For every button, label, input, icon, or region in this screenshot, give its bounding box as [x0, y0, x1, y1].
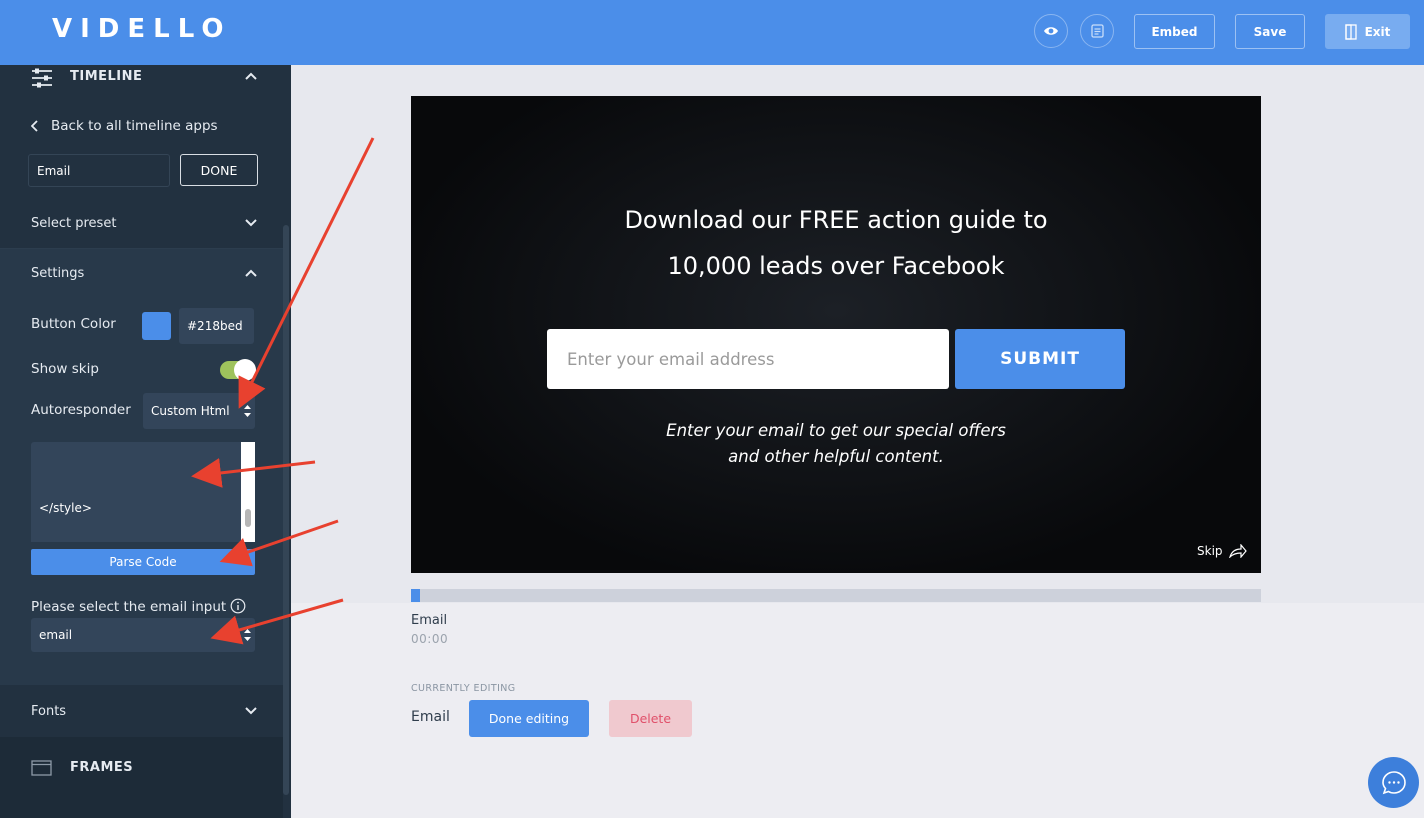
- offer-text-line2: and other helpful content.: [728, 447, 944, 466]
- save-button[interactable]: Save: [1235, 14, 1305, 49]
- email-input-value: email: [39, 628, 73, 642]
- button-color-label: Button Color: [31, 316, 116, 332]
- frames-section[interactable]: FRAMES: [0, 737, 283, 818]
- autoresponder-value: Custom Html: [151, 404, 230, 418]
- textarea-scroll-thumb[interactable]: [245, 509, 251, 527]
- chat-bubble-icon: [1381, 770, 1406, 794]
- app-logo: VIDELLO: [52, 14, 232, 44]
- autoresponder-label: Autoresponder: [31, 402, 131, 418]
- progress-fill: [411, 589, 420, 602]
- timeline-item-time: 00:00: [411, 632, 449, 646]
- share-arrow-icon: [1228, 544, 1247, 558]
- document-icon: [1090, 24, 1104, 38]
- fonts-label: Fonts: [31, 704, 67, 719]
- info-icon[interactable]: [230, 598, 246, 614]
- show-skip-label: Show skip: [31, 361, 99, 377]
- done-button[interactable]: DONE: [180, 154, 258, 186]
- fonts-section[interactable]: Fonts: [0, 686, 283, 736]
- custom-html-textarea[interactable]: </style>: [31, 442, 255, 542]
- chevron-down-icon: [245, 707, 257, 715]
- code-text: </style>: [39, 501, 92, 515]
- chat-button[interactable]: [1368, 757, 1419, 808]
- exit-button[interactable]: Exit: [1325, 14, 1410, 49]
- skip-label: Skip: [1197, 544, 1223, 558]
- preset-section[interactable]: Select preset: [0, 200, 283, 248]
- editor-area: Email 00:00 CURRENTLY EDITING Email Done…: [291, 603, 1424, 818]
- sliders-icon: [32, 68, 52, 88]
- toggle-knob: [234, 359, 256, 381]
- timeline-progress[interactable]: [411, 589, 1261, 602]
- offer-text-line1: Enter your email to get our special offe…: [666, 421, 1006, 440]
- frames-label: FRAMES: [70, 760, 134, 775]
- sidebar: TIMELINE Back to all timeline apps Email…: [0, 65, 291, 818]
- notes-button[interactable]: [1080, 14, 1114, 48]
- chevron-down-icon: [245, 219, 257, 227]
- embed-button[interactable]: Embed: [1134, 14, 1215, 49]
- color-swatch[interactable]: [142, 312, 171, 340]
- show-skip-toggle[interactable]: [220, 359, 256, 381]
- door-icon: [1344, 23, 1357, 40]
- preset-label: Select preset: [31, 216, 117, 231]
- currently-editing-caption: CURRENTLY EDITING: [411, 683, 516, 694]
- sidebar-scrollbar[interactable]: [283, 225, 289, 795]
- back-link[interactable]: Back to all timeline apps: [31, 118, 218, 134]
- timeline-title: TIMELINE: [70, 69, 143, 84]
- editing-item-name: Email: [411, 709, 450, 725]
- email-input-label: Please select the email input: [31, 599, 227, 615]
- done-editing-button[interactable]: Done editing: [469, 700, 589, 737]
- frame-icon: [31, 760, 52, 776]
- skip-button[interactable]: Skip: [1197, 544, 1247, 558]
- chevron-left-icon: [31, 120, 38, 132]
- submit-button[interactable]: SUBMIT: [955, 329, 1125, 389]
- headline-line2: 10,000 leads over Facebook: [667, 252, 1005, 280]
- settings-label: Settings: [31, 266, 85, 281]
- video-preview[interactable]: Download our FREE action guide to 10,000…: [411, 96, 1261, 573]
- chevron-up-icon[interactable]: [244, 268, 258, 278]
- chevron-up-icon[interactable]: [244, 71, 258, 81]
- autoresponder-select[interactable]: Custom Html: [143, 393, 255, 429]
- preview-button[interactable]: [1034, 14, 1068, 48]
- email-address-input[interactable]: Enter your email address: [547, 329, 949, 389]
- email-input-select[interactable]: email: [31, 618, 255, 652]
- exit-label: Exit: [1364, 24, 1391, 39]
- eye-icon: [1044, 27, 1058, 35]
- select-arrows-icon: [244, 629, 251, 641]
- back-label: Back to all timeline apps: [51, 118, 218, 134]
- app-name-input[interactable]: Email: [28, 154, 170, 187]
- color-hex-input[interactable]: #218bed: [179, 308, 254, 344]
- headline-line1: Download our FREE action guide to: [624, 206, 1048, 234]
- textarea-scrollbar[interactable]: [241, 442, 255, 542]
- parse-code-button[interactable]: Parse Code: [31, 549, 255, 575]
- top-bar: VIDELLO Embed Save Exit: [0, 0, 1424, 65]
- delete-button[interactable]: Delete: [609, 700, 692, 737]
- timeline-item-title: Email: [411, 613, 448, 628]
- select-arrows-icon: [244, 405, 251, 417]
